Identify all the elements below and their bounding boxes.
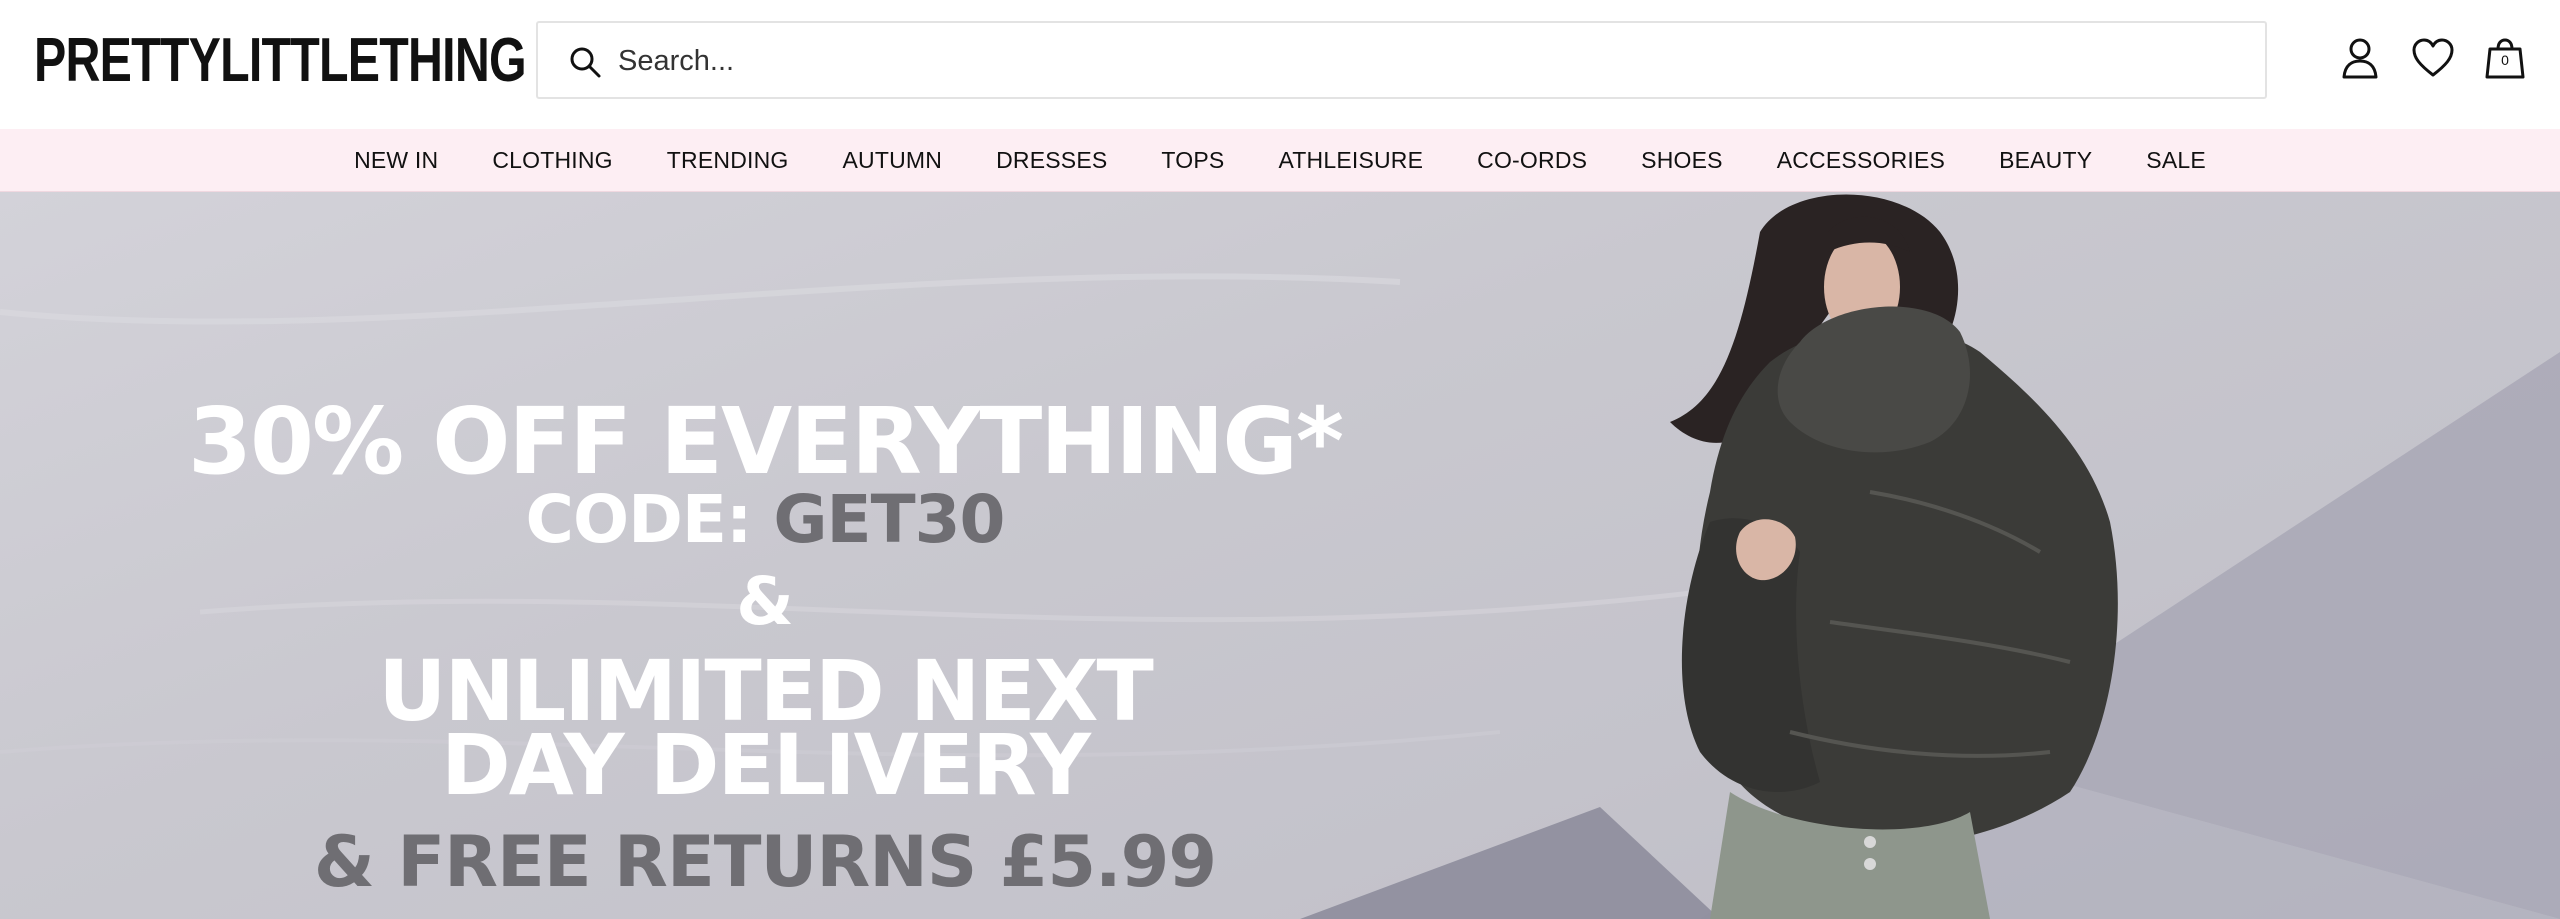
hero-model-image bbox=[1670, 194, 2118, 919]
nav-item-trending[interactable]: TRENDING bbox=[640, 147, 816, 174]
search-bar[interactable] bbox=[536, 21, 2267, 99]
bag-count-badge: 0 bbox=[2501, 52, 2509, 68]
site-header: PRETTYLITTLETHING 0 bbox=[0, 0, 2560, 129]
hero-ampersand: & bbox=[736, 563, 794, 640]
nav-item-athleisure[interactable]: ATHLEISURE bbox=[1251, 147, 1450, 174]
nav-item-clothing[interactable]: CLOTHING bbox=[465, 147, 639, 174]
nav-item-tops[interactable]: TOPS bbox=[1134, 147, 1251, 174]
account-icon[interactable] bbox=[2337, 35, 2383, 81]
nav-item-sale[interactable]: SALE bbox=[2119, 147, 2233, 174]
nav-item-autumn[interactable]: AUTUMN bbox=[816, 147, 970, 174]
bag-button[interactable]: 0 bbox=[2482, 35, 2528, 81]
nav-item-dresses[interactable]: DRESSES bbox=[969, 147, 1134, 174]
hero-returns-text: & FREE RETURNS £5.99 bbox=[313, 821, 1217, 903]
nav-list: NEW IN CLOTHING TRENDING AUTUMN DRESSES … bbox=[0, 129, 2560, 192]
hero-headline: 30% OFF EVERYTHING* bbox=[187, 388, 1344, 495]
nav-item-beauty[interactable]: BEAUTY bbox=[1972, 147, 2119, 174]
nav-item-co-ords[interactable]: CO-ORDS bbox=[1450, 147, 1614, 174]
hero-delivery-text: UNLIMITED NEXT DAY DELIVERY bbox=[140, 649, 1390, 814]
heart-icon[interactable] bbox=[2410, 35, 2456, 81]
nav-item-accessories[interactable]: ACCESSORIES bbox=[1750, 147, 1972, 174]
main-navigation: NEW IN CLOTHING TRENDING AUTUMN DRESSES … bbox=[0, 129, 2560, 192]
nav-item-shoes[interactable]: SHOES bbox=[1614, 147, 1750, 174]
hero-promo-code: GET30 bbox=[773, 481, 1005, 558]
brand-logo[interactable]: PRETTYLITTLETHING bbox=[34, 26, 527, 96]
search-input[interactable] bbox=[616, 23, 2220, 99]
hero-code-line: CODE: GET30 bbox=[140, 482, 1390, 558]
hero-code-prefix: CODE: bbox=[525, 481, 753, 558]
hero-banner[interactable]: 30% OFF EVERYTHING* CODE: GET30 & UNLIMI… bbox=[0, 192, 2560, 919]
nav-item-new-in[interactable]: NEW IN bbox=[327, 147, 465, 174]
hero-delivery-line-2: DAY DELIVERY bbox=[441, 716, 1091, 814]
search-icon[interactable] bbox=[568, 45, 602, 79]
